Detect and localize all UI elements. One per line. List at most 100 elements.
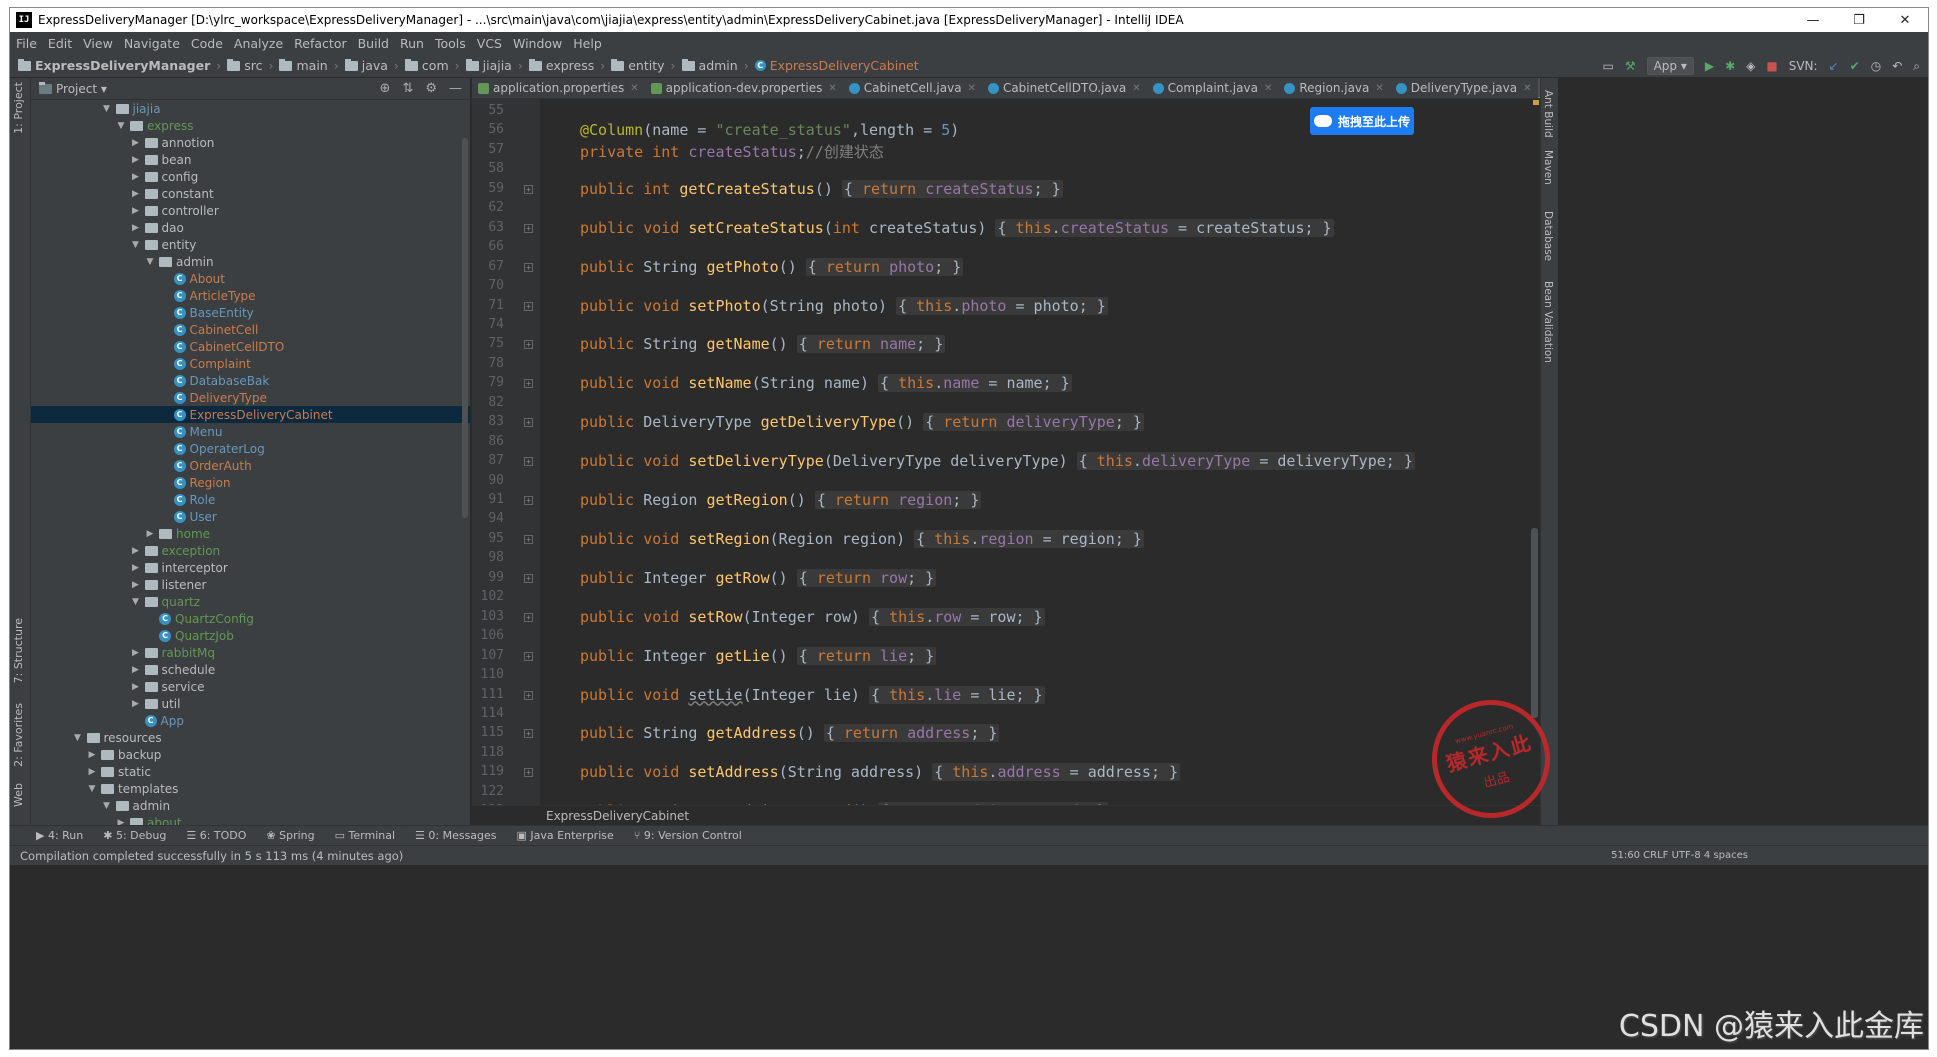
breadcrumb-item[interactable]: express — [528, 58, 594, 73]
expanded-arrow-icon[interactable]: ▼ — [100, 801, 114, 811]
expanded-arrow-icon[interactable]: ▼ — [129, 240, 143, 250]
editor-scrollbar[interactable] — [1531, 528, 1538, 718]
breadcrumb-item[interactable]: java — [344, 58, 388, 73]
tool-window-button[interactable]: ⑂ 9: Version Control — [634, 829, 742, 842]
fold-marker-icon[interactable]: + — [524, 418, 533, 428]
tool-window-button[interactable]: ▣ Java Enterprise — [517, 829, 614, 842]
close-tab-icon[interactable]: ✕ — [1264, 83, 1272, 94]
tree-item[interactable]: ▶ rabbitMq — [31, 644, 470, 661]
tree-item[interactable]: ▶ exception — [31, 542, 470, 559]
tree-item[interactable]: C Region — [31, 474, 470, 491]
svn-update-icon[interactable]: ↙ — [1829, 59, 1839, 73]
fold-marker-icon[interactable]: + — [524, 612, 533, 622]
code-line[interactable]: public void setDeliveryType(DeliveryType… — [580, 452, 1415, 471]
favorites-tool-tab[interactable]: 2: Favorites — [12, 703, 25, 767]
breadcrumb-item[interactable]: C ExpressDeliveryCabinet — [754, 58, 919, 73]
collapsed-arrow-icon[interactable]: ▶ — [129, 189, 143, 199]
breadcrumb-item[interactable]: ExpressDeliveryManager — [18, 58, 210, 73]
menu-edit[interactable]: Edit — [48, 36, 72, 51]
tool-window-button[interactable]: ✱ 5: Debug — [103, 829, 166, 842]
hide-panel-icon[interactable]: — — [449, 81, 462, 96]
close-tab-icon[interactable]: ✕ — [1132, 83, 1140, 94]
debug-icon[interactable]: ✱ — [1725, 59, 1735, 73]
menu-analyze[interactable]: Analyze — [234, 36, 283, 51]
tree-item[interactable]: ▼ admin — [31, 253, 470, 270]
tree-item[interactable]: C App — [31, 712, 470, 729]
code-line[interactable]: public String getAddress() { return addr… — [580, 724, 1000, 743]
collapsed-arrow-icon[interactable]: ▶ — [129, 682, 143, 692]
expanded-arrow-icon[interactable]: ▼ — [71, 733, 85, 743]
expanded-arrow-icon[interactable]: ▼ — [85, 784, 99, 794]
tree-item[interactable]: C OperaterLog — [31, 440, 470, 457]
fold-marker-icon[interactable]: + — [524, 651, 533, 661]
editor-tab[interactable]: CabinetCell.java ✕ — [843, 78, 982, 98]
tree-item[interactable]: C About — [31, 270, 470, 287]
tool-window-button[interactable]: ▶ 4: Run — [36, 829, 83, 842]
tree-item[interactable]: C QuartzJob — [31, 627, 470, 644]
close-tab-icon[interactable]: ✕ — [1523, 83, 1531, 94]
tree-item[interactable]: C DatabaseBak — [31, 372, 470, 389]
warning-marker[interactable] — [1533, 100, 1539, 105]
collapsed-arrow-icon[interactable]: ▶ — [85, 750, 99, 760]
collapsed-arrow-icon[interactable]: ▶ — [129, 665, 143, 675]
menu-run[interactable]: Run — [400, 36, 424, 51]
locate-file-icon[interactable]: ⊕ — [380, 81, 391, 96]
tree-item[interactable]: ▶ bean — [31, 151, 470, 168]
restore-button[interactable]: ❐ — [1836, 8, 1882, 32]
tree-item[interactable]: ▶ annotion — [31, 134, 470, 151]
history-icon[interactable]: ◷ — [1871, 59, 1881, 73]
fold-marker-icon[interactable]: + — [524, 301, 533, 311]
tool-window-button[interactable]: ☰ 0: Messages — [415, 829, 497, 842]
tree-item[interactable]: ▼ jiajia — [31, 100, 470, 117]
search-icon[interactable]: ⌕ — [1913, 59, 1920, 74]
tree-item[interactable]: ▶ listener — [31, 576, 470, 593]
tool-window-button[interactable]: ☰ 6: TODO — [186, 829, 246, 842]
close-button[interactable]: ✕ — [1882, 8, 1928, 32]
tree-item[interactable]: C ExpressDeliveryCabinet — [31, 406, 470, 423]
tree-item[interactable]: ▼ resources — [31, 729, 470, 746]
fold-marker-icon[interactable]: + — [524, 496, 533, 505]
collapsed-arrow-icon[interactable]: ▶ — [129, 580, 143, 590]
web-tool-tab[interactable]: Web — [12, 783, 25, 807]
tree-item[interactable]: ▼ express — [31, 117, 470, 134]
collapsed-arrow-icon[interactable]: ▶ — [129, 699, 143, 709]
code-line[interactable]: public Integer getLie() { return lie; } — [580, 646, 937, 665]
close-tab-icon[interactable]: ✕ — [630, 83, 638, 94]
expanded-arrow-icon[interactable]: ▼ — [100, 104, 114, 114]
tree-item[interactable]: C User — [31, 508, 470, 525]
breadcrumb-item[interactable]: admin — [681, 58, 738, 73]
fold-marker-icon[interactable]: + — [524, 573, 533, 583]
collapsed-arrow-icon[interactable]: ▶ — [114, 818, 128, 826]
project-structure-icon[interactable]: ▭ — [1602, 59, 1613, 73]
tree-item[interactable]: ▶ about — [31, 814, 470, 825]
tree-item[interactable]: ▶ dao — [31, 219, 470, 236]
tree-item[interactable]: C ArticleType — [31, 287, 470, 304]
code-line[interactable]: public void setPhoto(String photo) { thi… — [580, 296, 1108, 315]
fold-marker-icon[interactable]: + — [524, 690, 533, 700]
code-line[interactable]: public int getCreateStatus() { return cr… — [580, 179, 1063, 198]
fold-marker-icon[interactable]: + — [524, 184, 533, 194]
editor-breadcrumb-class[interactable]: ExpressDeliveryCabinet — [546, 809, 689, 823]
collapsed-arrow-icon[interactable]: ▶ — [85, 767, 99, 777]
code-line[interactable]: public Integer getRow() { return row; } — [580, 568, 937, 587]
right-tool-tab[interactable]: Ant Build — [1542, 90, 1554, 138]
expanded-arrow-icon[interactable]: ▼ — [114, 121, 128, 131]
project-view-select[interactable]: Project ▾ — [56, 82, 107, 96]
tree-item[interactable]: C Complaint — [31, 355, 470, 372]
code-line[interactable]: public void setCreateStatus(int createSt… — [580, 218, 1334, 237]
code-line[interactable]: public void setRegion(Region region) { t… — [580, 529, 1144, 548]
breadcrumb-item[interactable]: src — [227, 58, 262, 73]
tree-item[interactable]: C QuartzConfig — [31, 610, 470, 627]
tree-item[interactable]: C BaseEntity — [31, 304, 470, 321]
close-tab-icon[interactable]: ✕ — [1375, 83, 1383, 94]
menu-view[interactable]: View — [83, 36, 113, 51]
breadcrumb-item[interactable]: entity — [611, 58, 665, 73]
build-hammer-icon[interactable]: ⚒ — [1625, 59, 1636, 73]
menu-vcs[interactable]: VCS — [477, 36, 502, 51]
fold-marker-icon[interactable]: + — [524, 223, 533, 233]
close-tab-icon[interactable]: ✕ — [968, 83, 976, 94]
menu-refactor[interactable]: Refactor — [294, 36, 346, 51]
revert-icon[interactable]: ↶ — [1892, 59, 1902, 73]
tree-item[interactable]: ▶ controller — [31, 202, 470, 219]
code-line[interactable]: public Region getRegion() { return regio… — [580, 491, 982, 509]
